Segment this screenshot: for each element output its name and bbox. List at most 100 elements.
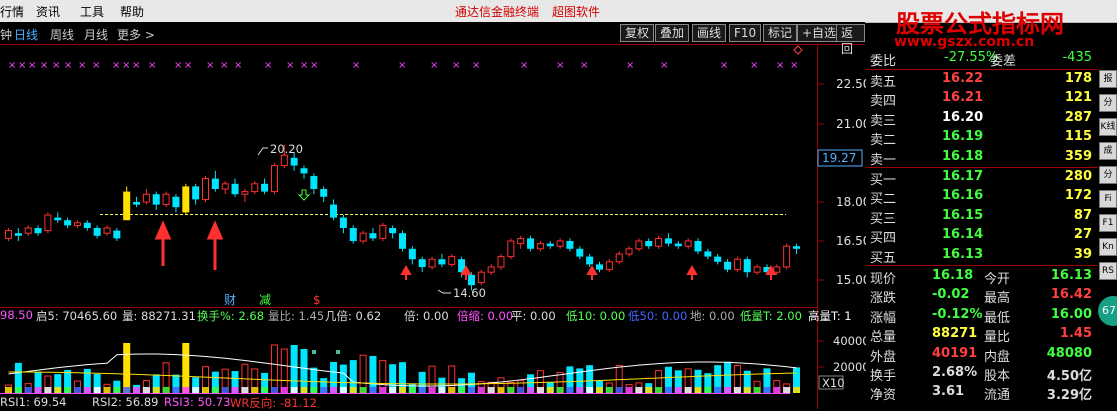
badge-icon[interactable]: 67 bbox=[1098, 296, 1117, 326]
stat-row: 换手 2.68% 股本 4.50亿 bbox=[866, 364, 1098, 384]
f10-button[interactable]: F10 bbox=[729, 24, 762, 42]
signal-mark: × bbox=[626, 60, 634, 71]
period-week[interactable]: 周线 bbox=[50, 26, 74, 43]
high-label: 20.20 bbox=[270, 142, 303, 156]
volume-bar bbox=[34, 371, 42, 393]
signal-mark: × bbox=[40, 60, 48, 71]
current-price-label: 19.27 bbox=[822, 151, 856, 165]
volume-bar bbox=[546, 381, 554, 393]
volume-tick: 40000 bbox=[833, 334, 866, 348]
event-markers: 财 减 $ bbox=[224, 293, 321, 307]
candle bbox=[753, 264, 761, 275]
volume-bar bbox=[339, 364, 347, 393]
bid-label: 买五 bbox=[870, 250, 897, 266]
signal-mark: × bbox=[112, 60, 120, 71]
ask-price: 16.21 bbox=[942, 90, 984, 106]
candle bbox=[379, 222, 387, 241]
bid-volume: 87 bbox=[1073, 207, 1092, 223]
adjust-button[interactable]: 复权 bbox=[620, 24, 655, 42]
bid-volume: 27 bbox=[1073, 227, 1092, 243]
side-tool-icon[interactable]: F1 bbox=[1099, 214, 1117, 232]
volume-bar bbox=[389, 364, 397, 393]
green-down-arrow bbox=[297, 189, 311, 201]
menu-help[interactable]: 帮助 bbox=[120, 3, 144, 20]
volume-bar bbox=[635, 382, 643, 394]
stat-value: 16.00 bbox=[1050, 306, 1092, 322]
volume-bar bbox=[261, 372, 269, 393]
volume-bar bbox=[684, 368, 692, 394]
bid-row: 买五 16.13 39 bbox=[866, 246, 1098, 266]
ask-row: 卖五 16.22 178 bbox=[866, 70, 1098, 90]
volume-bar bbox=[694, 369, 702, 393]
signal-row: × × × × × × × × × × × × × × × × × × × × × × × × × × × × × × × × × × × bbox=[8, 60, 798, 71]
candle bbox=[536, 241, 544, 252]
candle bbox=[152, 191, 160, 210]
period-day[interactable]: 日线 bbox=[14, 26, 38, 43]
volume-axis: 40000 20000 X10 bbox=[818, 334, 866, 390]
volume-bar bbox=[133, 384, 141, 393]
stat-label: 今开 bbox=[984, 272, 1011, 287]
candle bbox=[743, 256, 751, 278]
signal-mark: × bbox=[78, 60, 86, 71]
signal-mark: × bbox=[580, 60, 588, 71]
volume-bar bbox=[369, 355, 377, 393]
bid-row: 买二 16.16 172 bbox=[866, 187, 1098, 208]
overlay-button[interactable]: 叠加 bbox=[655, 24, 690, 42]
candle bbox=[270, 163, 278, 195]
volume-marker bbox=[312, 350, 316, 354]
side-tool-icon[interactable]: Fi bbox=[1099, 190, 1117, 208]
stat-label: 最高 bbox=[984, 291, 1011, 307]
candle bbox=[418, 256, 426, 273]
stat-row: 净资 3.61 流通 3.29亿 bbox=[866, 383, 1098, 403]
period-more[interactable]: 更多 > bbox=[117, 26, 155, 43]
price-axis: 22.50 21.00 18.00 16.50 15.00 bbox=[818, 77, 866, 287]
side-tool-icon[interactable]: 分价 bbox=[1099, 166, 1117, 196]
draw-line-button[interactable]: 画线 bbox=[692, 24, 727, 42]
bid-label: 买二 bbox=[870, 192, 897, 208]
candle bbox=[527, 235, 535, 252]
bid-volume: 39 bbox=[1073, 246, 1092, 262]
signal-mark: × bbox=[352, 60, 360, 71]
period-minute[interactable]: 分钟 bbox=[0, 26, 12, 43]
candle bbox=[448, 254, 456, 267]
period-month[interactable]: 月线 bbox=[84, 26, 108, 43]
candle bbox=[300, 165, 308, 179]
candle bbox=[202, 176, 209, 202]
side-tool-icon[interactable]: K线 bbox=[1099, 118, 1117, 136]
side-tool-icon[interactable]: RS bbox=[1099, 262, 1117, 280]
indicator-value: 低量T: 2.00 bbox=[740, 309, 802, 323]
indicator-value: 98.50 bbox=[0, 308, 33, 322]
signal-mark: × bbox=[122, 60, 130, 71]
volume-bar bbox=[428, 365, 436, 394]
back-button[interactable]: 返回 bbox=[836, 24, 865, 56]
side-tool-icon[interactable]: 分时 bbox=[1099, 94, 1117, 124]
candles bbox=[5, 144, 800, 291]
stat-row: 涨幅 -0.12% 最低 16.00 bbox=[866, 306, 1098, 326]
rsi-value: RSI2: 56.89 bbox=[92, 395, 159, 409]
kline-chart[interactable]: × × × × × × × × × × × × × × × × × × × × × × × × × × × × × × × × × × × 22.5… bbox=[0, 44, 866, 409]
price-tick: 22.50 bbox=[836, 77, 866, 91]
add-favorite-button[interactable]: +自选 bbox=[797, 24, 842, 42]
signal-mark: × bbox=[398, 60, 406, 71]
stat-row: 涨跌 -0.02 最高 16.42 bbox=[866, 286, 1098, 307]
stat-value: 16.42 bbox=[1050, 287, 1092, 303]
signal-mark: × bbox=[660, 60, 668, 71]
ask-price: 16.18 bbox=[942, 148, 984, 164]
stat-label: 现价 bbox=[870, 272, 897, 287]
price-tick: 16.50 bbox=[836, 234, 866, 248]
side-tool-icon[interactable]: 报价 bbox=[1099, 70, 1117, 100]
indicator-value: 量比: 1.45 bbox=[268, 309, 325, 323]
menu-market[interactable]: 行情 bbox=[0, 3, 24, 20]
candle bbox=[487, 264, 495, 275]
volume-bar bbox=[763, 368, 771, 393]
side-tool-icon[interactable]: Kn bbox=[1099, 238, 1117, 256]
menu-tools[interactable]: 工具 bbox=[80, 3, 104, 20]
chart-toolbar: 分钟 日线 周线 月线 更多 > 复权 叠加 画线 F10 标记 +自选 返回 bbox=[0, 22, 865, 56]
volume-bar bbox=[527, 374, 535, 393]
side-tool-icon[interactable]: 成交 bbox=[1099, 142, 1117, 172]
mark-button[interactable]: 标记 bbox=[763, 24, 798, 42]
candle bbox=[576, 246, 584, 260]
stat-label: 量比 bbox=[984, 330, 1011, 346]
bid-price: 16.17 bbox=[942, 169, 984, 184]
menu-news[interactable]: 资讯 bbox=[36, 3, 60, 20]
